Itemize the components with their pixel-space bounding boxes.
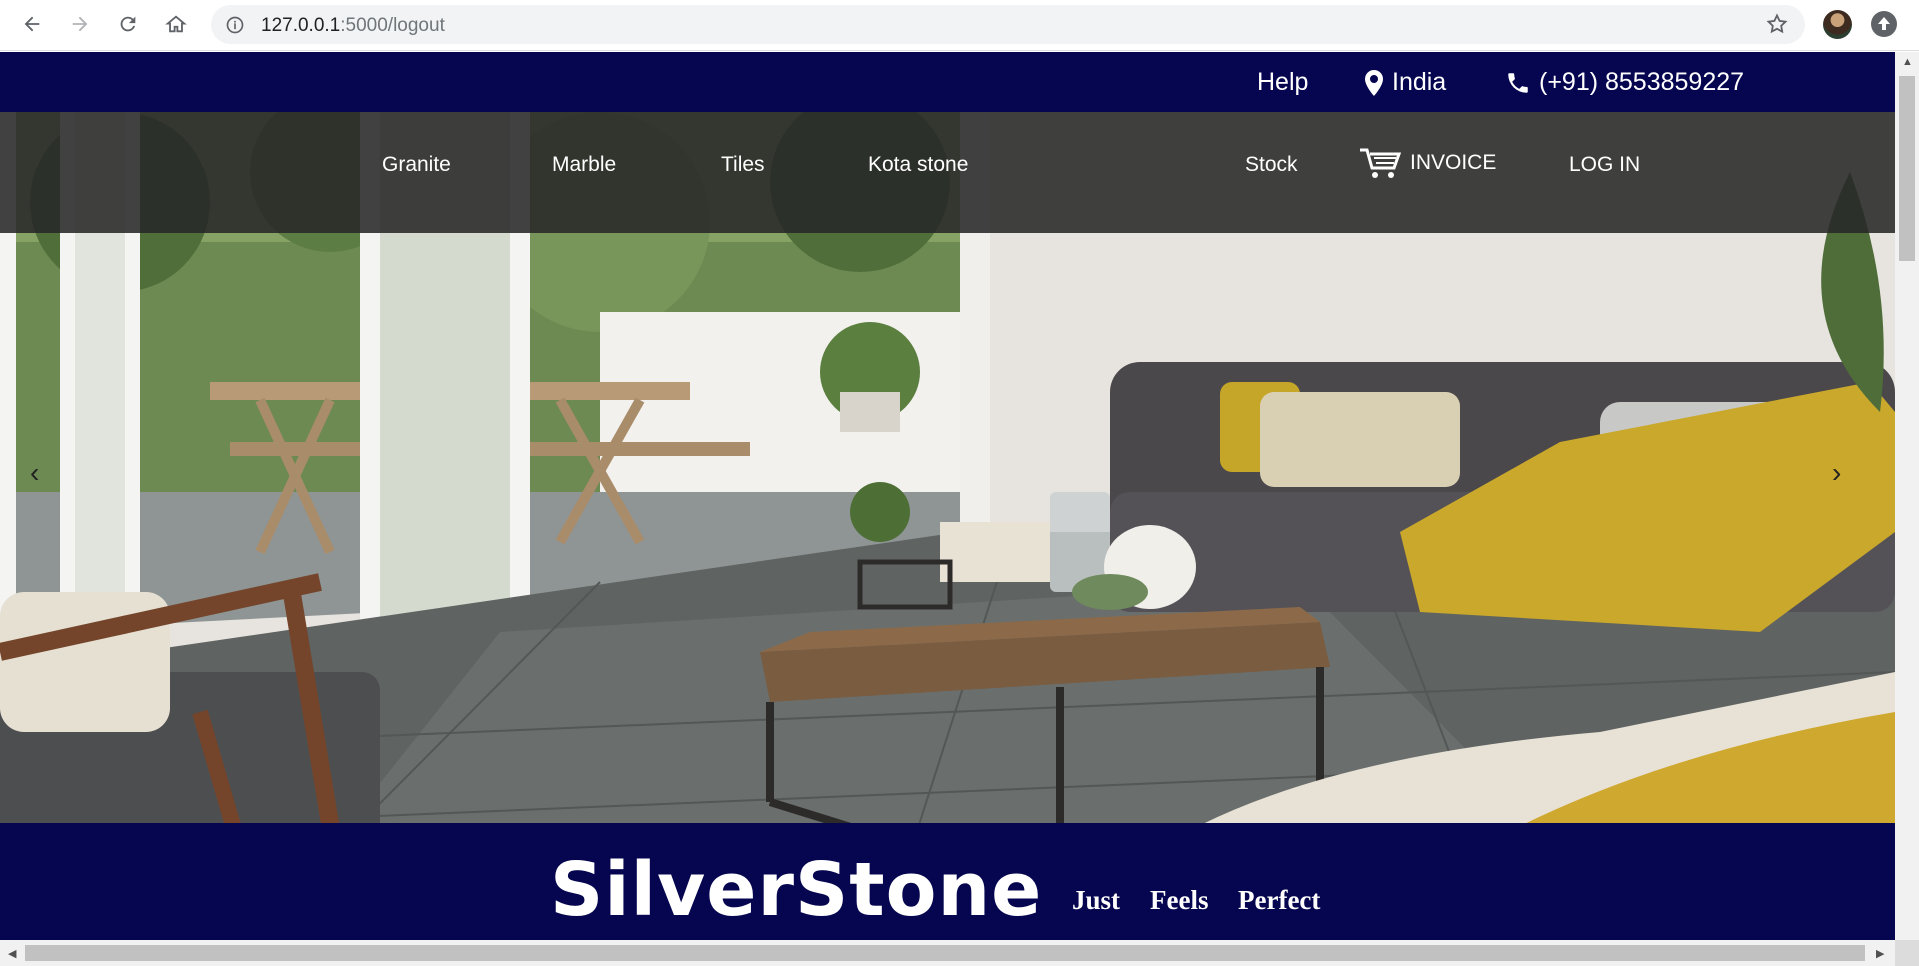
browser-toolbar: 127.0.0.1:5000/logout bbox=[0, 0, 1919, 51]
vertical-scroll-thumb[interactable] bbox=[1899, 76, 1915, 261]
carousel-prev[interactable]: ‹ bbox=[30, 457, 39, 489]
home-icon bbox=[165, 15, 187, 33]
carousel-next[interactable]: › bbox=[1832, 457, 1841, 489]
reload-icon bbox=[120, 16, 136, 32]
nav-login[interactable]: LOG IN bbox=[1569, 153, 1640, 177]
help-label: Help bbox=[1257, 68, 1309, 96]
forward-arrow-icon bbox=[72, 16, 88, 32]
nav-tiles[interactable]: Tiles bbox=[721, 153, 765, 177]
nav-stock[interactable]: Stock bbox=[1245, 153, 1298, 177]
map-pin-icon bbox=[1365, 69, 1383, 96]
back-button[interactable] bbox=[18, 10, 46, 38]
scrollbar-corner bbox=[1895, 940, 1919, 966]
top-info-bar: Help India (+91) 8553859227 bbox=[0, 52, 1895, 112]
info-icon bbox=[226, 16, 244, 34]
scroll-right-icon[interactable]: ▶ bbox=[1876, 947, 1884, 960]
cart-icon bbox=[1360, 148, 1402, 178]
brand-bar: SilverStone Just Feels Perfect bbox=[0, 823, 1895, 940]
back-arrow-icon bbox=[24, 16, 40, 32]
phone-link[interactable]: (+91) 8553859227 bbox=[1505, 68, 1744, 97]
tagline-word: Just bbox=[1072, 885, 1121, 915]
nav-marble[interactable]: Marble bbox=[552, 153, 616, 177]
nav-invoice-label: INVOICE bbox=[1410, 151, 1497, 174]
url-path: :5000/logout bbox=[340, 15, 445, 36]
profile-avatar[interactable] bbox=[1823, 10, 1852, 39]
nav-invoice[interactable]: INVOICE bbox=[1358, 146, 1496, 180]
star-icon[interactable] bbox=[1765, 12, 1789, 36]
scroll-left-icon[interactable]: ◀ bbox=[8, 947, 16, 960]
tagline-word: Perfect bbox=[1238, 885, 1321, 915]
location-label: India bbox=[1392, 68, 1447, 96]
upload-icon bbox=[1878, 17, 1890, 30]
horizontal-scroll-thumb[interactable] bbox=[25, 945, 1865, 961]
address-bar[interactable]: 127.0.0.1:5000/logout bbox=[211, 5, 1805, 44]
location-link[interactable]: India bbox=[1364, 68, 1446, 97]
reload-button[interactable] bbox=[114, 10, 142, 38]
main-navbar: Granite Marble Tiles Kota stone Stock IN… bbox=[0, 112, 1895, 233]
page-viewport: Help India (+91) 8553859227 Granite Marb… bbox=[0, 52, 1895, 940]
nav-kota-stone[interactable]: Kota stone bbox=[868, 153, 968, 177]
help-link[interactable]: Help bbox=[1257, 68, 1308, 97]
horizontal-scrollbar[interactable]: ◀ ▶ bbox=[0, 940, 1895, 966]
phone-icon bbox=[1508, 72, 1528, 93]
forward-button[interactable] bbox=[66, 10, 94, 38]
scroll-up-icon[interactable]: ▲ bbox=[1902, 56, 1913, 68]
extension-icon[interactable] bbox=[1871, 11, 1897, 37]
tagline-word: Feels bbox=[1150, 885, 1209, 915]
vertical-scrollbar[interactable]: ▲ bbox=[1895, 52, 1919, 940]
home-button[interactable] bbox=[162, 10, 190, 38]
url-text: 127.0.0.1:5000/logout bbox=[261, 15, 445, 37]
brand-logo: SilverStone bbox=[550, 847, 1043, 933]
url-host: 127.0.0.1 bbox=[261, 15, 341, 36]
phone-label: (+91) 8553859227 bbox=[1539, 68, 1745, 96]
nav-granite[interactable]: Granite bbox=[382, 153, 451, 177]
